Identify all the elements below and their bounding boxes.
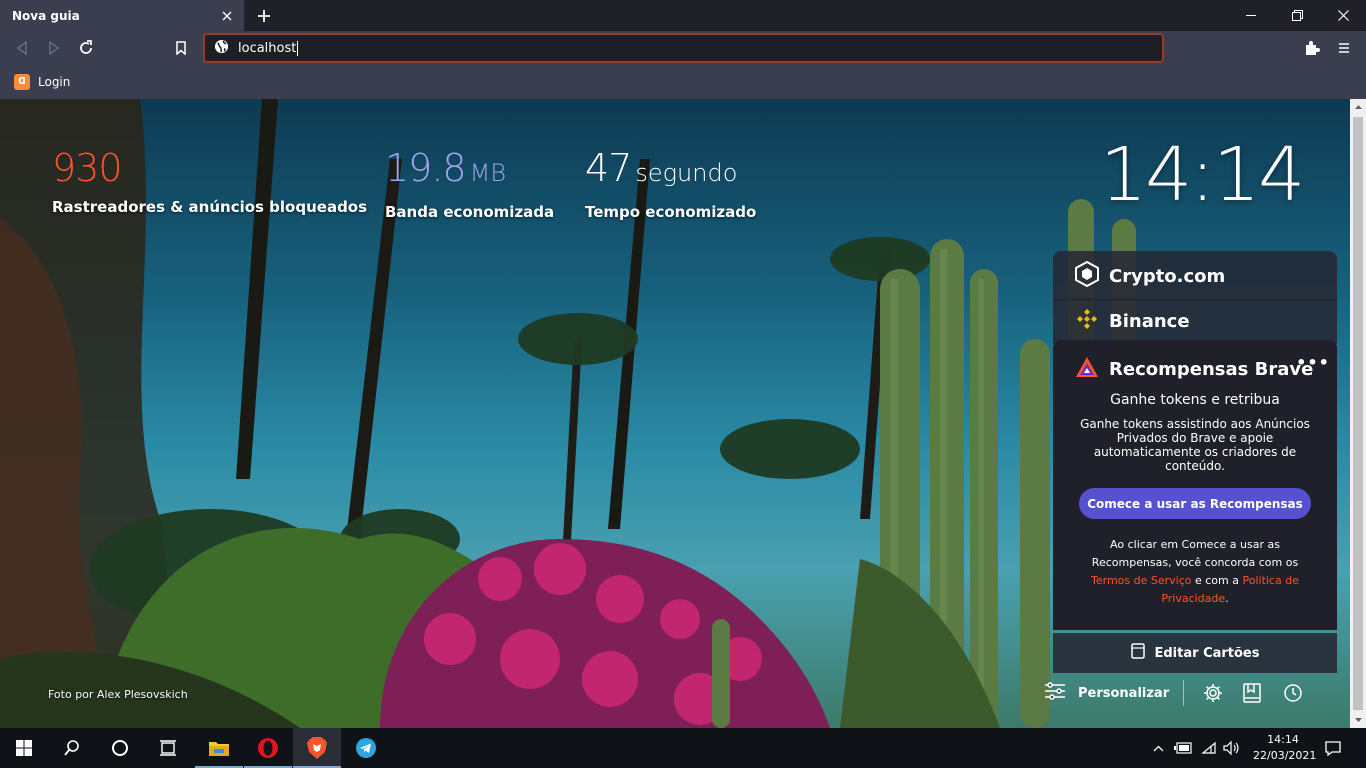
clock: 14:14	[1100, 132, 1305, 218]
rewards-header: Recompensas Brave	[1075, 356, 1313, 382]
edit-cards-icon	[1130, 643, 1145, 663]
terms-text-middle: e com a	[1191, 574, 1243, 587]
notifications-icon[interactable]	[1320, 728, 1346, 768]
sliders-icon	[1044, 682, 1066, 704]
binance-icon	[1075, 307, 1099, 335]
settings-gear-icon[interactable]	[1202, 682, 1224, 704]
time-saved-label: Tempo economizado	[585, 203, 757, 221]
more-options-icon[interactable]: •••	[1296, 352, 1329, 372]
page-scrollbar[interactable]	[1350, 99, 1366, 728]
edit-cards-label: Editar Cartões	[1154, 645, 1260, 661]
terms-of-service-link[interactable]: Termos de Serviço	[1091, 574, 1191, 587]
scroll-up-arrow-icon[interactable]	[1350, 99, 1366, 115]
rewards-subtitle: Ganhe tokens e retribua	[1110, 392, 1280, 408]
rewards-terms: Ao clicar em Comece a usar as Recompensa…	[1075, 536, 1315, 608]
stat-time-saved: 47 segundo Tempo economizado	[585, 146, 756, 221]
globe-icon	[214, 39, 229, 58]
bandwidth-value: 19.8	[385, 146, 467, 190]
clock-date[interactable]: 14:14 22/03/2021	[1253, 732, 1317, 764]
minimize-icon[interactable]	[1228, 0, 1274, 31]
stat-bandwidth: 19.8 MB Banda economizada	[385, 146, 554, 221]
cortana-icon[interactable]	[96, 728, 144, 768]
bookmark-label: Login	[38, 75, 71, 89]
brave-browser-icon[interactable]	[293, 728, 341, 768]
address-text: localhost	[238, 40, 297, 56]
start-rewards-button[interactable]: Comece a usar as Recompensas	[1079, 488, 1311, 519]
brave-rewards-triangle-icon	[1075, 356, 1099, 382]
card-binance[interactable]: Binance	[1053, 298, 1337, 344]
customize-button[interactable]: Personalizar	[1044, 682, 1169, 704]
volume-icon[interactable]	[1220, 728, 1242, 768]
history-icon[interactable]	[1282, 682, 1304, 704]
battery-icon[interactable]	[1172, 728, 1194, 768]
card-crypto-com[interactable]: Crypto.com	[1053, 251, 1337, 301]
edit-cards-button[interactable]: Editar Cartões	[1053, 633, 1337, 673]
terms-text-end: .	[1225, 592, 1229, 605]
bookmarks-bar: ᗡ Login	[0, 65, 1366, 99]
scrollbar-thumb[interactable]	[1353, 117, 1363, 710]
telegram-icon[interactable]	[342, 728, 390, 768]
wifi-icon[interactable]	[1198, 728, 1220, 768]
taskbar-date: 22/03/2021	[1253, 749, 1317, 762]
stat-trackers: 930 Rastreadores & anúncios bloqueados	[52, 146, 367, 216]
footer-divider	[1183, 680, 1184, 706]
reload-icon[interactable]	[74, 36, 98, 60]
menu-hamburger-icon[interactable]	[1332, 36, 1356, 60]
bookmarks-manager-icon[interactable]	[1241, 682, 1263, 704]
taskbar-time: 14:14	[1267, 733, 1299, 746]
bandwidth-label: Banda economizada	[385, 203, 555, 221]
tab-nova-guia[interactable]: Nova guia	[0, 0, 244, 31]
rewards-description: Ganhe tokens assistindo aos Anúncios Pri…	[1080, 417, 1310, 473]
close-window-icon[interactable]	[1320, 0, 1366, 31]
crypto-com-icon	[1075, 260, 1099, 291]
tab-strip: Nova guia	[0, 0, 1366, 31]
browser-toolbar: localhost	[0, 31, 1366, 65]
crypto-com-title: Crypto.com	[1109, 265, 1226, 287]
time-saved-value: 47	[585, 146, 632, 190]
search-icon[interactable]	[48, 728, 96, 768]
windows-start-icon[interactable]	[0, 728, 48, 768]
tray-chevron-up-icon[interactable]	[1148, 728, 1168, 768]
xampp-icon: ᗡ	[14, 74, 30, 90]
customize-label: Personalizar	[1078, 685, 1170, 701]
time-saved-value-row: 47 segundo	[585, 146, 756, 195]
bandwidth-unit: MB	[469, 159, 507, 187]
rewards-title: Recompensas Brave	[1109, 358, 1314, 380]
new-tab-plus-icon[interactable]	[252, 4, 276, 28]
task-view-icon[interactable]	[144, 728, 192, 768]
trackers-value: 930	[52, 146, 123, 190]
scroll-down-arrow-icon[interactable]	[1350, 712, 1366, 728]
photo-credit[interactable]: Foto por Alex Plesovskich	[48, 688, 188, 701]
back-icon[interactable]	[10, 36, 34, 60]
close-tab-icon[interactable]	[216, 5, 238, 27]
binance-title: Binance	[1109, 310, 1190, 332]
terms-text-before: Ao clicar em Comece a usar as Recompensa…	[1091, 538, 1299, 569]
address-bar[interactable]: localhost	[203, 33, 1164, 63]
bookmark-login[interactable]: ᗡ Login	[14, 72, 70, 92]
restore-icon[interactable]	[1274, 0, 1320, 31]
windows-taskbar: 14:14 22/03/2021	[0, 728, 1366, 768]
trackers-label: Rastreadores & anúncios bloqueados	[52, 198, 368, 216]
bandwidth-value-row: 19.8 MB	[385, 146, 554, 195]
text-caret	[297, 40, 299, 56]
file-explorer-icon[interactable]	[195, 728, 243, 768]
bookmark-icon[interactable]	[169, 36, 193, 60]
opera-icon[interactable]	[244, 728, 292, 768]
tab-title: Nova guia	[12, 8, 80, 23]
time-saved-unit: segundo	[635, 159, 738, 187]
forward-icon[interactable]	[42, 36, 66, 60]
extensions-puzzle-icon[interactable]	[1300, 36, 1324, 60]
card-brave-rewards: Recompensas Brave ••• Ganhe tokens e ret…	[1053, 340, 1337, 630]
